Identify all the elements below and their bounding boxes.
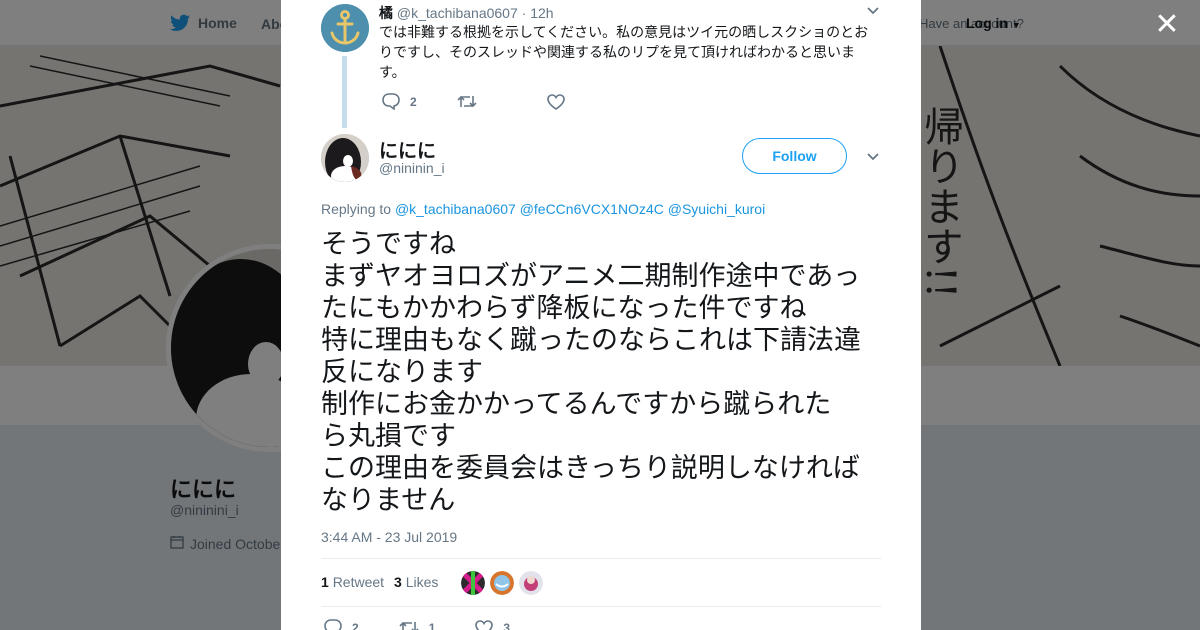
tweet-stats: 1 Retweet 3 Likes	[321, 574, 438, 590]
reply-count: 2	[410, 94, 417, 109]
tweet-timestamp[interactable]: 3:44 AM - 23 Jul 2019	[321, 529, 457, 545]
replying-to-link[interactable]: @Syuichi_kuroi	[668, 201, 765, 217]
tweet-text-line: 特に理由もなく蹴ったのならこれは下請法違	[321, 325, 861, 355]
liker-avatars	[461, 571, 543, 595]
retweet-stat[interactable]: 1 Retweet	[321, 574, 384, 590]
tweet-text-line: この理由を委員会はきっちり説明しなければ	[321, 453, 860, 483]
tweet-text-line: 制作にお金かかってるんですから蹴られた	[321, 389, 832, 419]
tweet-text-line: たにもかかわらず降板になった件ですね	[321, 293, 807, 323]
tweet-author-name[interactable]: ににに	[379, 136, 436, 163]
tweet-actions: 2 1 3	[324, 619, 510, 630]
parent-tweet-avatar[interactable]	[321, 4, 369, 52]
reply-icon	[324, 619, 342, 630]
replying-to-link[interactable]: @k_tachibana0607	[395, 201, 516, 217]
tweet-text-line: まずヤオヨロズがアニメ二期制作途中であっ	[321, 261, 861, 291]
retweet-count: 1	[428, 620, 436, 630]
retweet-button[interactable]: 1	[399, 620, 436, 630]
retweet-stat-label: Retweet	[332, 574, 385, 590]
parent-tweet-name[interactable]: 橘	[379, 5, 393, 21]
replying-to-line: Replying to @k_tachibana0607 @feCCn6VCX1…	[321, 201, 765, 217]
penguin-avatar-image	[321, 134, 369, 182]
tweet-text-line: そうですね	[321, 229, 456, 259]
like-button[interactable]: 3	[475, 619, 511, 630]
replying-to-prefix: Replying to	[321, 201, 392, 217]
tweet-text-line: 反になります	[321, 357, 483, 387]
parent-tweet-time[interactable]: · 12h	[522, 5, 554, 21]
parent-tweet-header: 橘 @k_tachibana0607 · 12h	[379, 3, 554, 23]
parent-tweet-actions: 2	[382, 93, 575, 110]
reply-count: 2	[352, 620, 359, 630]
chevron-down-icon[interactable]	[866, 4, 880, 18]
divider	[321, 558, 881, 559]
retweet-icon	[457, 95, 477, 108]
tweet-author-avatar[interactable]	[321, 134, 369, 182]
like-stat-count: 3	[394, 574, 402, 590]
reply-icon	[382, 93, 400, 110]
retweet-button[interactable]	[457, 94, 487, 109]
tweet-text-line: ら丸損です	[321, 421, 456, 451]
follow-button[interactable]: Follow	[742, 138, 847, 174]
chevron-down-icon[interactable]	[866, 150, 880, 164]
reply-button[interactable]: 2	[324, 619, 359, 630]
tweet-text: そうですね まずヤオヨロズがアニメ二期制作途中であっ たにもかかわらず降板になっ…	[321, 228, 886, 516]
liker-avatar[interactable]	[519, 571, 543, 595]
tweet-text-line: なりません	[321, 485, 456, 515]
replying-to-link[interactable]: @feCCn6VCX1NOz4C	[520, 201, 664, 217]
parent-tweet-handle[interactable]: @k_tachibana0607	[397, 5, 518, 21]
retweet-stat-count: 1	[321, 574, 329, 590]
tweet-author-handle[interactable]: @nininin_i	[379, 160, 445, 176]
anchor-avatar-image	[321, 4, 369, 52]
divider	[321, 606, 881, 607]
retweet-icon	[399, 621, 419, 630]
close-icon[interactable]: ✕	[1152, 10, 1182, 40]
tweet-modal: 橘 @k_tachibana0607 · 12h では非難する根拠を示してくださ…	[281, 0, 921, 630]
reply-button[interactable]: 2	[382, 93, 417, 110]
thread-connector-line	[342, 56, 347, 128]
like-stat-label: Likes	[405, 574, 439, 590]
heart-icon	[475, 619, 494, 630]
parent-tweet-text: では非難する根拠を示してください。私の意見はツイ元の晒しスクショのとおりですし、…	[379, 24, 869, 80]
like-button[interactable]	[546, 93, 575, 110]
like-stat[interactable]: 3 Likes	[394, 574, 438, 590]
liker-avatar[interactable]	[490, 571, 514, 595]
liker-avatar[interactable]	[461, 571, 485, 595]
heart-icon	[546, 93, 565, 110]
like-count: 3	[503, 620, 511, 630]
